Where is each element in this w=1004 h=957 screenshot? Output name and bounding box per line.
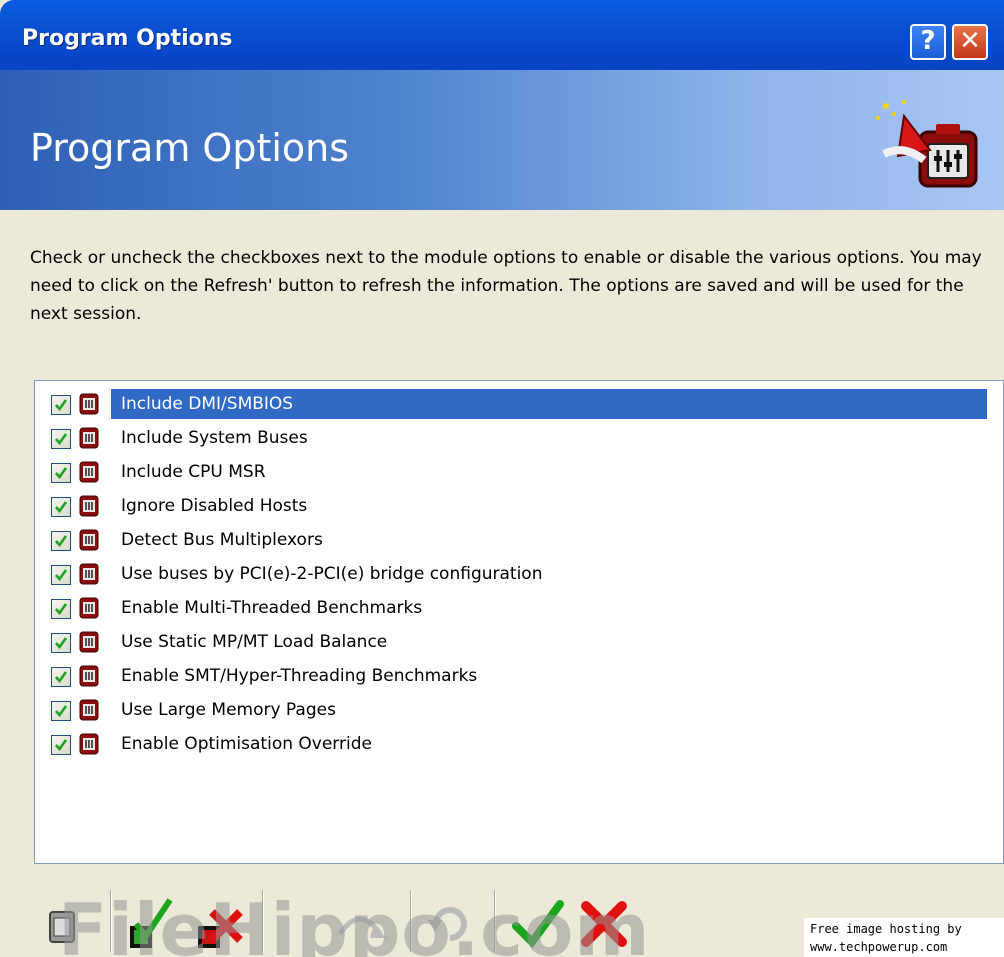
checkmark-icon	[55, 569, 68, 582]
header-banner: Program Options	[0, 70, 1004, 210]
option-label: Include CPU MSR	[121, 462, 266, 482]
module-icon	[79, 699, 99, 721]
option-row[interactable]: Use buses by PCI(e)-2-PCI(e) bridge conf…	[43, 559, 993, 589]
hosting-line-1: Free image hosting by	[810, 922, 962, 936]
options-list[interactable]: Include DMI/SMBIOS Include System Buses In…	[34, 380, 1004, 864]
description-text: Check or uncheck the checkboxes next to …	[30, 248, 982, 324]
checkmark-icon	[55, 501, 68, 514]
hosting-credit: Free image hosting by www.techpowerup.co…	[804, 918, 1004, 957]
option-checkbox[interactable]	[51, 463, 71, 483]
option-label: Enable Multi-Threaded Benchmarks	[121, 598, 423, 618]
option-checkbox[interactable]	[51, 633, 71, 653]
module-icon	[79, 393, 99, 415]
module-icon	[79, 631, 99, 653]
option-label: Detect Bus Multiplexors	[121, 530, 323, 550]
checkmark-icon	[55, 739, 68, 752]
module-icon	[79, 563, 99, 585]
option-label: Use Large Memory Pages	[121, 700, 336, 720]
option-label: Enable Optimisation Override	[121, 734, 372, 754]
checkmark-icon	[55, 535, 68, 548]
module-icon	[79, 495, 99, 517]
option-row[interactable]: Detect Bus Multiplexors	[43, 525, 993, 555]
checkmark-icon	[55, 399, 68, 412]
module-icon	[79, 733, 99, 755]
option-label: Use Static MP/MT Load Balance	[121, 632, 388, 652]
module-icon	[79, 529, 99, 551]
option-row[interactable]: Include CPU MSR	[43, 457, 993, 487]
module-icon	[79, 597, 99, 619]
option-row[interactable]: Ignore Disabled Hosts	[43, 491, 993, 521]
option-checkbox[interactable]	[51, 599, 71, 619]
option-row[interactable]: Include DMI/SMBIOS	[43, 389, 993, 419]
option-label: Include System Buses	[121, 428, 308, 448]
checkmark-icon	[55, 433, 68, 446]
checkmark-icon	[55, 671, 68, 684]
module-icon	[79, 461, 99, 483]
option-checkbox[interactable]	[51, 531, 71, 551]
option-label: Use buses by PCI(e)-2-PCI(e) bridge conf…	[121, 564, 543, 584]
window-title: Program Options	[22, 26, 233, 51]
checkmark-icon	[55, 637, 68, 650]
option-checkbox[interactable]	[51, 701, 71, 721]
option-checkbox[interactable]	[51, 667, 71, 687]
option-row[interactable]: Use Large Memory Pages	[43, 695, 993, 725]
checkmark-icon	[55, 603, 68, 616]
module-icon	[79, 665, 99, 687]
option-label: Include DMI/SMBIOS	[111, 389, 987, 419]
option-checkbox[interactable]	[51, 497, 71, 517]
option-label: Enable SMT/Hyper-Threading Benchmarks	[121, 666, 478, 686]
option-checkbox[interactable]	[51, 735, 71, 755]
option-label: Ignore Disabled Hosts	[121, 496, 308, 516]
option-checkbox[interactable]	[51, 395, 71, 415]
option-row[interactable]: Include System Buses	[43, 423, 993, 453]
checkmark-icon	[55, 705, 68, 718]
hosting-line-2: www.techpowerup.com	[810, 940, 948, 954]
program-options-icon	[876, 100, 978, 188]
option-row[interactable]: Enable Multi-Threaded Benchmarks	[43, 593, 993, 623]
module-icon	[79, 427, 99, 449]
checkmark-icon	[55, 467, 68, 480]
close-button[interactable]: ✕	[952, 24, 988, 60]
option-row[interactable]: Enable SMT/Hyper-Threading Benchmarks	[43, 661, 993, 691]
page-title: Program Options	[30, 126, 350, 170]
option-row[interactable]: Enable Optimisation Override	[43, 729, 993, 759]
option-row[interactable]: Use Static MP/MT Load Balance	[43, 627, 993, 657]
option-checkbox[interactable]	[51, 565, 71, 585]
option-checkbox[interactable]	[51, 429, 71, 449]
watermark: FileHippo.com	[58, 888, 651, 957]
help-button[interactable]: ?	[910, 24, 946, 60]
